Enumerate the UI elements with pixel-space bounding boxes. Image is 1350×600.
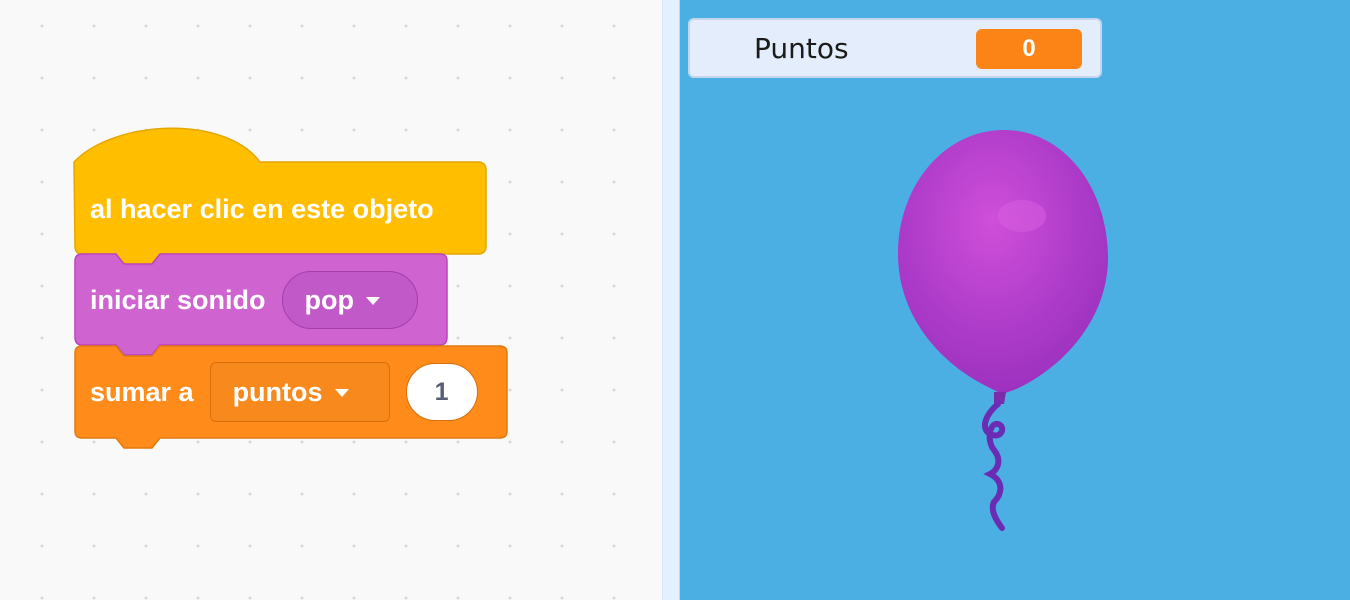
- balloon-icon[interactable]: [894, 128, 1114, 538]
- chevron-down-icon: [366, 297, 381, 305]
- monitor-label: Puntos: [754, 32, 849, 65]
- when-sprite-clicked-block[interactable]: al hacer clic en este objeto: [73, 126, 488, 265]
- sound-dropdown-value: pop: [304, 284, 355, 315]
- sound-dropdown[interactable]: pop: [281, 271, 418, 329]
- variable-dropdown-value: puntos: [232, 376, 323, 407]
- variable-monitor: Puntos 0: [688, 18, 1102, 78]
- change-variable-block[interactable]: sumar a puntos 1: [74, 345, 508, 455]
- stage[interactable]: Puntos 0: [680, 0, 1350, 600]
- monitor-value: 0: [976, 29, 1082, 69]
- sound-block-label: iniciar sonido: [90, 284, 266, 315]
- panel-divider: [662, 0, 680, 600]
- hat-block-label: al hacer clic en este objeto: [90, 194, 434, 224]
- chevron-down-icon: [334, 389, 349, 397]
- code-workspace[interactable]: al hacer clic en este objeto iniciar son…: [0, 0, 662, 600]
- amount-input[interactable]: 1: [405, 363, 478, 421]
- hat-block-shape: [73, 127, 487, 265]
- start-sound-block[interactable]: iniciar sonido pop: [74, 253, 448, 356]
- variable-block-label: sumar a: [90, 376, 194, 407]
- variable-dropdown[interactable]: puntos: [209, 362, 390, 422]
